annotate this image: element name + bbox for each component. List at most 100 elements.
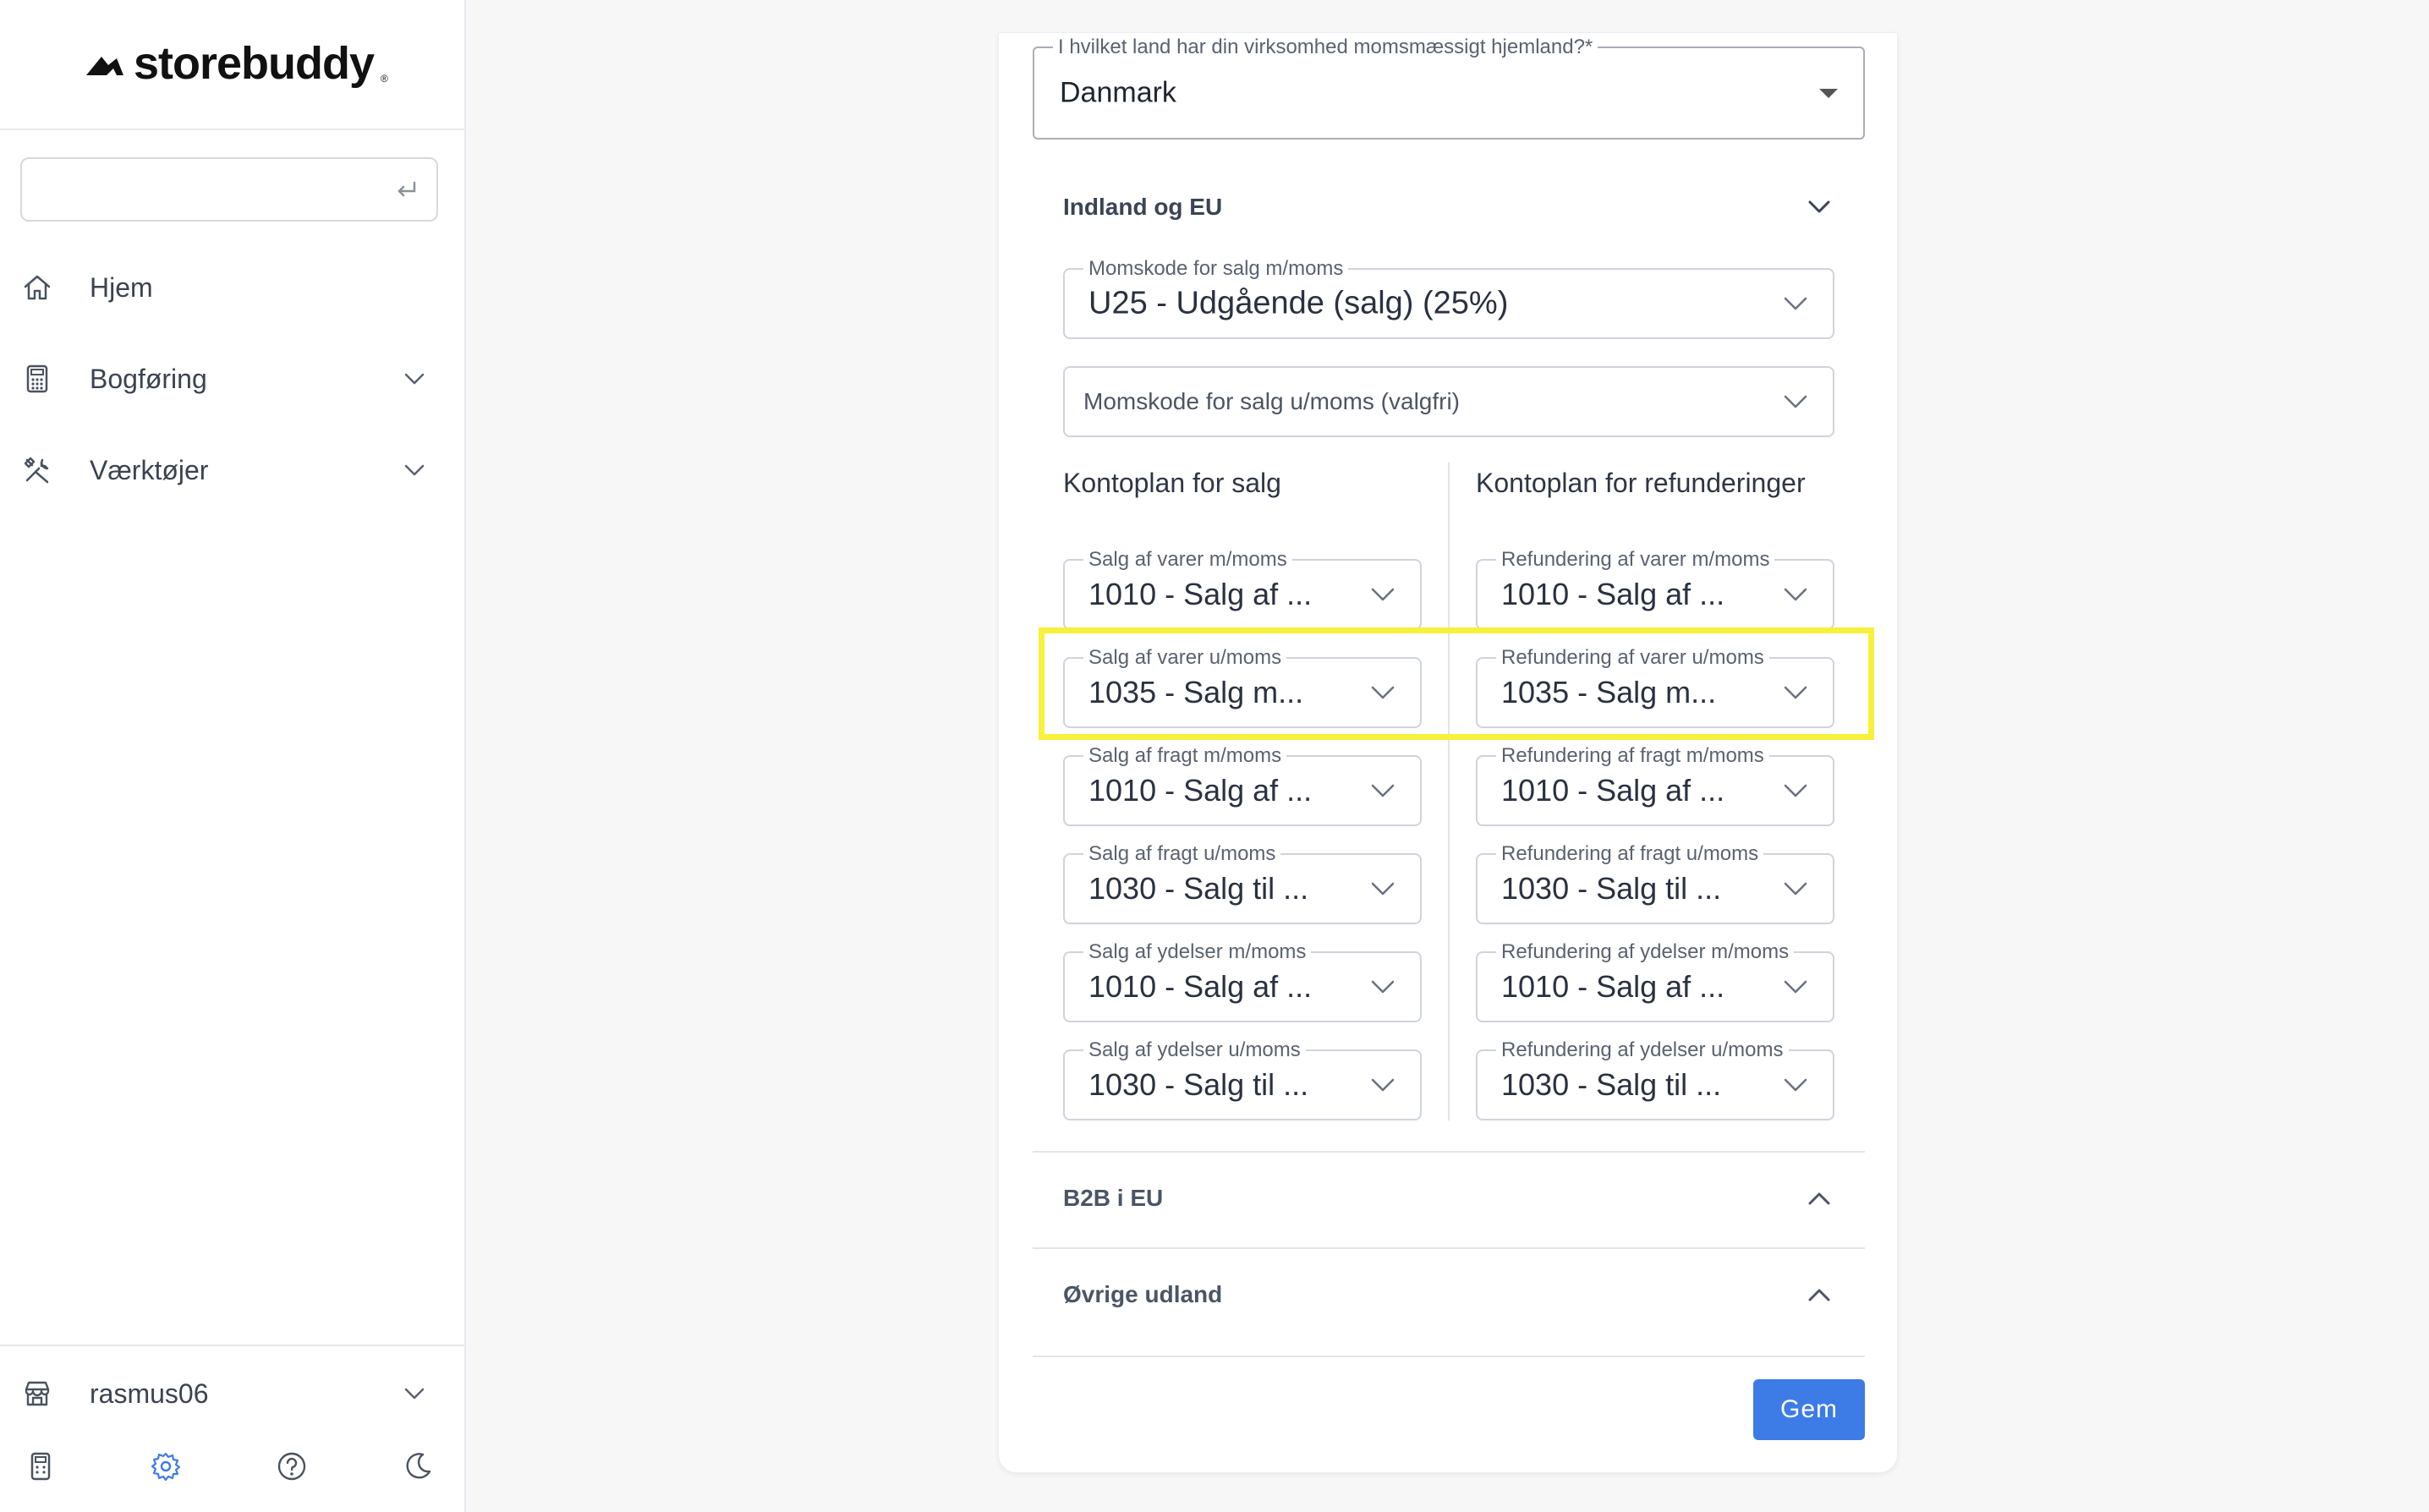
chevron-down-icon [404,464,425,476]
chevron-down-icon [1371,882,1395,896]
field-label: Salg af varer m/moms [1083,549,1292,571]
field-value: 1010 - Salg af ... [1501,773,1725,808]
vat-code-with-vat-value: U25 - Udgående (salg) (25%) [1088,285,1509,321]
field-label: Salg af ydelser m/moms [1083,941,1312,963]
field-label: Refundering af ydelser u/moms [1496,1039,1789,1061]
refund-goods-without-vat-select[interactable]: Refundering af varer u/moms 1035 - Salg … [1476,647,1834,728]
refund-services-with-vat-select[interactable]: Refundering af ydelser m/moms 1010 - Sal… [1476,941,1834,1022]
vat-code-without-vat-placeholder: Momskode for salg u/moms (valgfri) [1083,388,1461,414]
field-value: 1030 - Salg til ... [1501,1067,1722,1102]
section-title: Øvrige udland [1063,1281,1223,1307]
vat-code-without-vat-select[interactable]: Momskode for salg u/moms (valgfri) [1063,366,1834,437]
section-divider [1033,1247,1865,1249]
calculator-icon [26,364,48,393]
sidebar-item-label: Værktøjer [90,454,209,485]
column-divider [1448,463,1450,1120]
sidebar: storebuddy ® Hjem Bogføring Værktøjer ra… [0,0,466,1512]
field-value: 1010 - Salg af ... [1501,969,1725,1004]
refund-goods-with-vat-select[interactable]: Refundering af varer m/moms 1010 - Salg … [1476,549,1834,630]
refund-freight-without-vat-select[interactable]: Refundering af fragt u/moms 1030 - Salg … [1476,843,1834,924]
save-button[interactable]: Gem [1753,1379,1865,1440]
storebuddy-logo-icon [86,57,123,75]
section-title: B2B i EU [1063,1185,1164,1211]
sidebar-item-label: Hjem [90,271,153,303]
chevron-down-icon [1784,588,1807,601]
section-title: Indland og EU [1063,194,1223,220]
tools-icon [24,457,49,484]
field-value: 1035 - Salg m... [1501,675,1717,709]
field-label: Salg af ydelser u/moms [1083,1039,1306,1061]
vat-code-with-vat-label: Momskode for salg m/moms [1083,258,1349,280]
section-divider [1033,1151,1865,1153]
field-label: Refundering af fragt m/moms [1496,745,1769,767]
logo-registered-mark: ® [381,73,388,85]
sidebar-divider [0,129,466,130]
sidebar-divider [0,1345,466,1346]
chevron-down-icon [1371,1078,1395,1092]
logo-text: storebuddy [134,38,375,89]
field-value: 1030 - Salg til ... [1501,871,1722,906]
field-value: 1010 - Salg af ... [1088,577,1313,611]
chevron-down-icon [404,373,425,385]
chevron-up-icon [1808,1289,1830,1301]
country-select[interactable]: I hvilket land har din virksomhed momsmæ… [1033,36,1865,140]
gear-icon[interactable] [149,1449,183,1483]
chevron-down-icon [1371,686,1395,699]
moon-icon[interactable] [401,1449,435,1483]
chevron-up-icon [1808,1192,1830,1205]
sidebar-item-bogforing[interactable]: Bogføring [20,345,438,413]
section-header-b2b-i-eu[interactable]: B2B i EU [1063,1173,1834,1224]
field-label: Salg af fragt u/moms [1083,843,1281,865]
field-label: Refundering af varer u/moms [1496,647,1769,669]
chevron-down-icon [1784,784,1807,797]
search-input[interactable] [20,157,438,222]
sales-goods-without-vat-select[interactable]: Salg af varer u/moms 1035 - Salg m... [1063,647,1422,728]
sidebar-item-vaerktojer[interactable]: Værktøjer [20,436,438,504]
logo[interactable]: storebuddy ® [83,34,388,93]
section-header-indland-og-eu[interactable]: Indland og EU [1063,182,1834,233]
sales-services-with-vat-select[interactable]: Salg af ydelser m/moms 1010 - Salg af ..… [1063,941,1422,1022]
field-label: Refundering af ydelser m/moms [1496,941,1795,963]
chevron-down-icon [1784,395,1807,408]
chevron-down-icon [1371,588,1395,601]
chevron-down-icon [1784,980,1807,994]
calculator-icon[interactable] [24,1449,58,1483]
field-value: 1035 - Salg m... [1088,675,1304,709]
vat-code-with-vat-select[interactable]: Momskode for salg m/moms U25 - Udgående … [1063,258,1834,339]
sales-freight-without-vat-select[interactable]: Salg af fragt u/moms 1030 - Salg til ... [1063,843,1422,924]
sales-goods-with-vat-select[interactable]: Salg af varer m/moms 1010 - Salg af ... [1063,549,1422,630]
enter-icon [398,181,416,197]
help-icon[interactable] [275,1449,309,1483]
sidebar-bottom-toolbar [0,1449,466,1492]
section-header-ovrige-udland[interactable]: Øvrige udland [1063,1269,1834,1320]
section-divider [1033,1356,1865,1357]
field-label: Refundering af fragt u/moms [1496,843,1764,865]
chevron-down-icon [1808,200,1830,213]
refund-accounts-title: Kontoplan for refunderinger [1476,468,1806,498]
sales-freight-with-vat-select[interactable]: Salg af fragt m/moms 1010 - Salg af ... [1063,745,1422,826]
store-icon [25,1381,50,1406]
sidebar-item-label: Bogføring [90,363,207,394]
chevron-down-icon [1784,297,1807,310]
country-select-label: I hvilket land har din virksomhed momsmæ… [1053,36,1598,58]
account-name: rasmus06 [90,1378,209,1409]
sales-services-without-vat-select[interactable]: Salg af ydelser u/moms 1030 - Salg til .… [1063,1039,1422,1120]
field-value: 1010 - Salg af ... [1501,577,1725,611]
refund-services-without-vat-select[interactable]: Refundering af ydelser u/moms 1030 - Sal… [1476,1039,1834,1120]
sidebar-item-hjem[interactable]: Hjem [20,254,438,321]
field-label: Refundering af varer m/moms [1496,549,1775,571]
country-select-value: Danmark [1060,76,1176,109]
chevron-down-icon [1371,980,1395,994]
sales-accounts-title: Kontoplan for salg [1063,468,1281,498]
field-value: 1010 - Salg af ... [1088,773,1313,808]
field-value: 1030 - Salg til ... [1088,1067,1309,1102]
chevron-down-icon [1371,784,1395,797]
caret-down-icon [1819,89,1838,98]
chevron-down-icon [1784,686,1807,699]
account-switcher[interactable]: rasmus06 [20,1360,438,1427]
refund-freight-with-vat-select[interactable]: Refundering af fragt m/moms 1010 - Salg … [1476,745,1834,826]
field-label: Salg af varer u/moms [1083,647,1287,669]
field-value: 1030 - Salg til ... [1088,871,1309,906]
field-label: Salg af fragt m/moms [1083,745,1287,767]
field-value: 1010 - Salg af ... [1088,969,1313,1004]
